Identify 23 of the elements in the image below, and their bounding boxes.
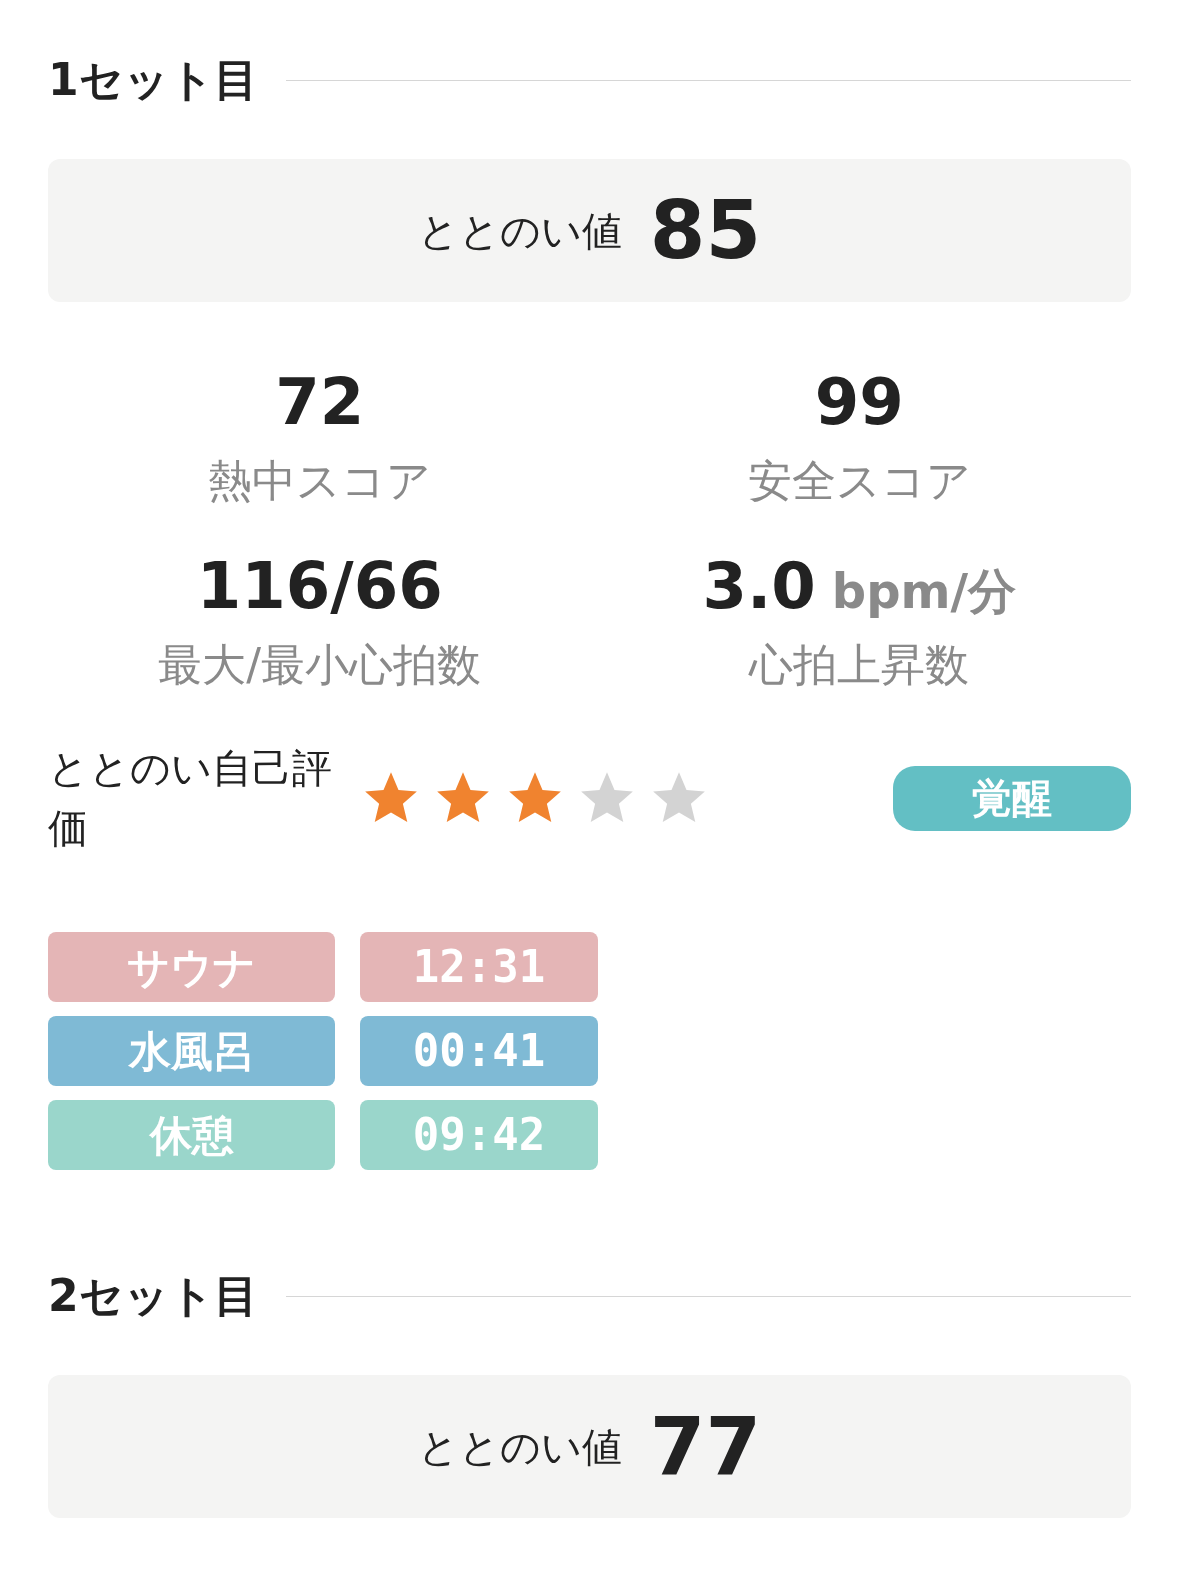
section-heading: 2セット目 [48, 1269, 258, 1323]
score-label: ととのい値 [417, 1422, 622, 1472]
stat-label: 最大/最小心拍数 [158, 638, 482, 692]
phase-label: 休憩 [48, 1100, 335, 1170]
stat-value: 99 [814, 364, 904, 441]
stat-unit: bpm/分 [831, 562, 1017, 621]
score-value: 85 [649, 182, 762, 279]
stat-label: 安全スコア [747, 454, 971, 508]
phase-time: 00:41 [360, 1016, 598, 1086]
phase-label: 水風呂 [48, 1016, 335, 1086]
stat-value: 3.0 [702, 548, 816, 625]
section-heading: 1セット目 [48, 53, 258, 107]
phase-label: サウナ [48, 932, 335, 1002]
score-value: 77 [649, 1398, 762, 1495]
phase-time: 09:42 [360, 1100, 598, 1170]
stat-label: 熱中スコア [208, 454, 432, 508]
stat-value: 116/66 [196, 548, 443, 625]
score-label: ととのい値 [417, 206, 622, 256]
stat-value: 72 [275, 364, 365, 441]
mood-badge: 覚醒 [893, 765, 1131, 831]
stat-label: 心拍上昇数 [749, 638, 970, 692]
phase-time: 12:31 [360, 932, 598, 1002]
rating-label: ととのい自己評価 [48, 744, 333, 853]
